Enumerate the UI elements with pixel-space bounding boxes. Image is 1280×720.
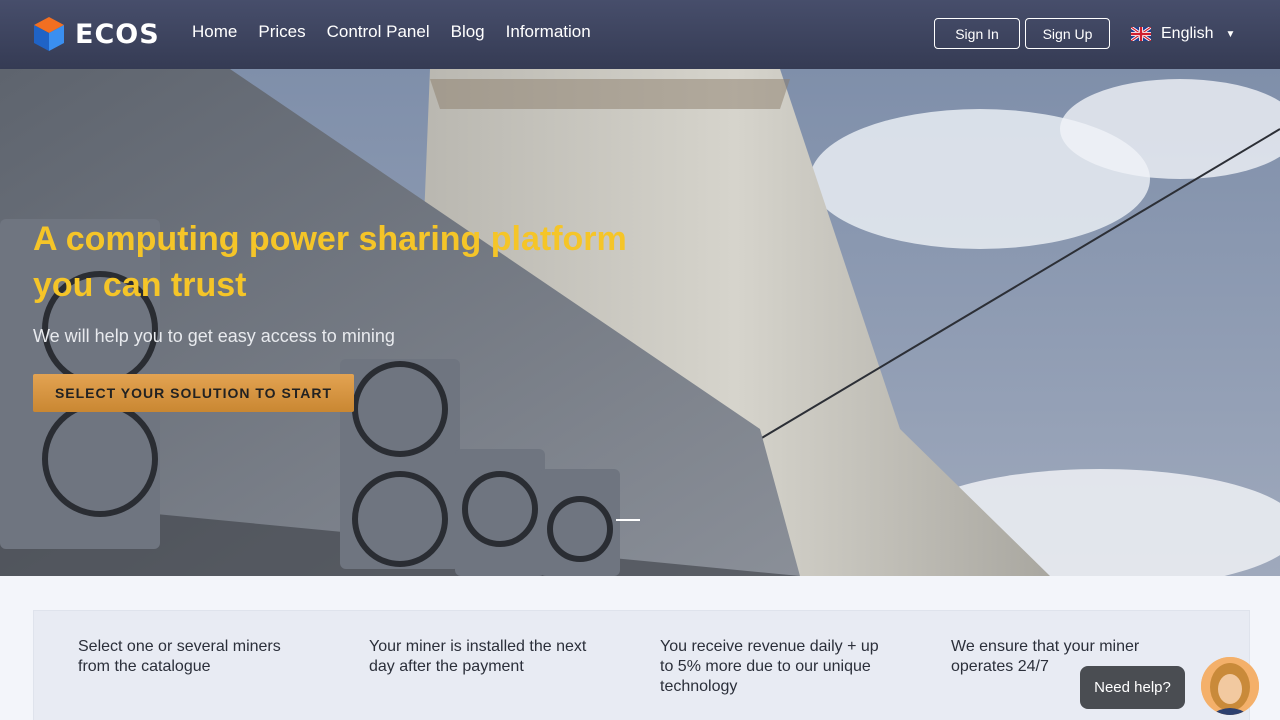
step-2-text: Your miner is installed the next day aft… [369,638,587,675]
nav-home[interactable]: Home [192,22,237,42]
top-header: ECOS Home Prices Control Panel Blog Info… [0,0,1280,69]
nav-information[interactable]: Information [506,22,591,42]
nav-blog[interactable]: Blog [451,22,485,42]
logo-text: ECOS [75,18,160,50]
language-selector[interactable]: English ▼ [1131,25,1235,43]
sign-up-button[interactable]: Sign Up [1025,18,1110,49]
step-1-text: Select one or several miners from the ca… [78,638,281,675]
hero-subtitle: We will help you to get easy access to m… [33,326,395,346]
nav-control-panel[interactable]: Control Panel [327,22,430,42]
hero-title: A computing power sharing platform you c… [33,216,653,308]
logo-cube-icon [34,17,64,51]
agent-photo-icon [1201,657,1259,715]
select-solution-button[interactable]: SELECT YOUR SOLUTION TO START [33,374,354,412]
slider-indicator[interactable] [616,519,640,521]
support-agent-avatar[interactable] [1201,657,1259,715]
hero-background-image [0,69,1280,576]
language-label: English [1161,25,1214,42]
need-help-button[interactable]: Need help? [1080,666,1185,709]
hero-banner: A computing power sharing platform you c… [0,69,1280,576]
hero-title-line-2: you can trust [33,266,247,304]
sign-in-button[interactable]: Sign In [934,18,1020,49]
uk-flag-icon [1131,27,1151,41]
hero-title-line-1: A computing power sharing platform [33,220,627,258]
step-3-text: You receive revenue daily + up to 5% mor… [660,638,879,695]
nav-prices[interactable]: Prices [258,22,305,42]
logo[interactable]: ECOS [32,15,160,53]
main-nav: Home Prices Control Panel Blog Informati… [192,22,612,42]
chevron-down-icon: ▼ [1225,28,1236,40]
steps-panel: Select one or several miners from the ca… [33,610,1250,720]
